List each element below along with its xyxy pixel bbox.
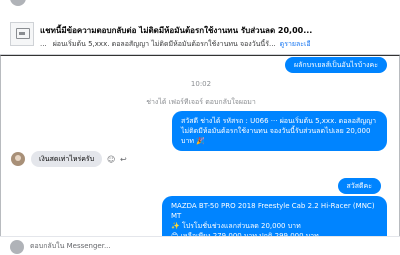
- notification-preview-text: ผ่อนเริ่มต้น 5,xxx. ดอลอสัญญา ไม่ติดมีห้…: [52, 40, 276, 48]
- reply-composer[interactable]: ตอบกลับใน Messenger...: [0, 236, 400, 254]
- reply-icon[interactable]: ↩: [120, 155, 127, 164]
- notification-title: แชทนี้มีข้อความตอบกลับต่อ ไม่ติดมีห้อมัน…: [40, 26, 313, 35]
- avatar: [10, 0, 26, 6]
- notification-preview-prefix: ...: [40, 40, 47, 48]
- outgoing-message[interactable]: ผลักบรเยลส์เป็นอันไรบ้างคะ: [284, 57, 387, 73]
- incoming-message[interactable]: เงินสดเท่าไหร่ครับ: [31, 151, 103, 167]
- reply-input[interactable]: ตอบกลับใน Messenger...: [30, 241, 390, 255]
- notification-card[interactable]: แชทนี้มีข้อความตอบกลับต่อ ไม่ติดมีห้อมัน…: [0, 14, 400, 55]
- message-timestamp: 10:02: [190, 80, 212, 88]
- top-strip: [0, 0, 400, 15]
- system-note: ช่างได้ เฟอร์ทีเจอร์ ตอบกลับใจผอมา: [146, 98, 256, 106]
- chat-thread[interactable]: ผลักบรเยลส์เป็นอันไรบ้างคะ 10:02 ช่างได้…: [0, 55, 400, 240]
- outgoing-message[interactable]: MAZDA BT-50 PRO 2018 Freestyle Cab 2.2 H…: [162, 196, 387, 240]
- message-line: ✨ โปรโมชั่นช่วงแลกส่วนลด 20,000 บาท: [171, 222, 301, 230]
- details-link[interactable]: ดูรายละเอี: [280, 40, 311, 48]
- message-line: MAZDA BT-50 PRO 2018 Freestyle Cab 2.2 H…: [171, 202, 375, 220]
- outgoing-message[interactable]: สวัสดี ช่างได้ รหัสรถ : U066 ··· ผ่อนเริ…: [172, 111, 387, 151]
- sender-avatar[interactable]: [11, 152, 25, 166]
- avatar: [10, 240, 24, 254]
- outgoing-message[interactable]: สวัสดีคะ: [337, 178, 381, 194]
- image-placeholder-icon: [10, 22, 34, 46]
- react-smile-icon[interactable]: ☺: [107, 155, 115, 164]
- notification-preview: ... ผ่อนเริ่มต้น 5,xxx. ดอลอสัญญา ไม่ติดม…: [40, 39, 390, 50]
